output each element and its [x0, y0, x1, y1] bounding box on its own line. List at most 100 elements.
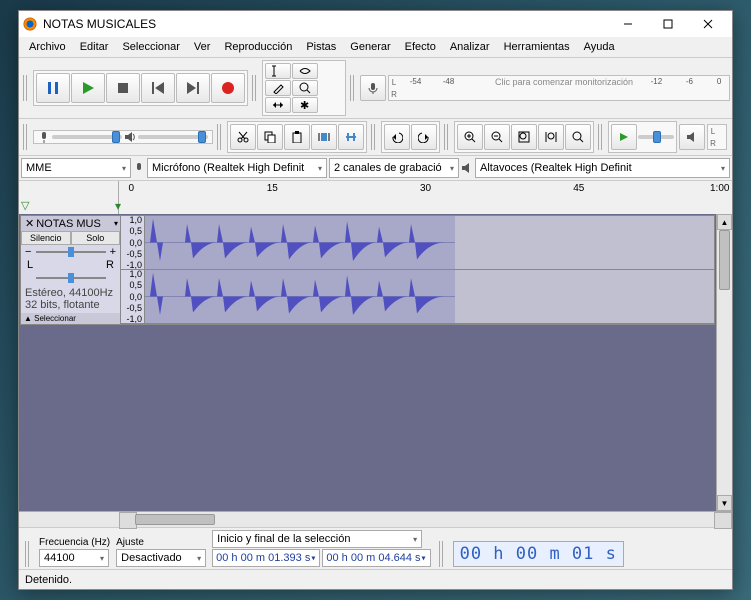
redo-button[interactable]: [411, 124, 437, 150]
menu-ayuda[interactable]: Ayuda: [578, 39, 621, 55]
grip-icon[interactable]: [598, 124, 604, 150]
zoom-out-button[interactable]: [484, 124, 510, 150]
play-meter-speaker-icon[interactable]: [679, 124, 705, 150]
copy-button[interactable]: [257, 124, 283, 150]
snap-combo[interactable]: Desactivado▾: [116, 549, 206, 567]
pan-slider[interactable]: [21, 271, 120, 285]
mute-button[interactable]: Silencio: [21, 231, 71, 245]
track-format-info: Estéreo, 44100Hz 32 bits, flotante: [21, 285, 120, 313]
track-name[interactable]: NOTAS MUS: [36, 218, 101, 230]
audio-host-combo[interactable]: MME▾: [21, 158, 131, 178]
gain-slider[interactable]: − +: [21, 245, 120, 259]
envelope-tool-button[interactable]: [292, 63, 318, 79]
solo-button[interactable]: Solo: [71, 231, 121, 245]
menu-efecto[interactable]: Efecto: [399, 39, 442, 55]
pin-icon[interactable]: ▽: [21, 199, 29, 212]
scroll-up-button[interactable]: ▲: [717, 214, 732, 230]
track-control-panel: ✕ NOTAS MUS ▾ Silencio Solo − + L: [21, 216, 121, 324]
record-button[interactable]: [211, 73, 245, 103]
close-button[interactable]: [688, 11, 728, 37]
minimize-button[interactable]: [608, 11, 648, 37]
menu-editar[interactable]: Editar: [74, 39, 115, 55]
selection-mode-combo[interactable]: Inicio y final de la selección▾: [212, 530, 422, 548]
selection-end-field[interactable]: 00 h 00 m 04.644 s▾: [322, 549, 430, 567]
multi-tool-button[interactable]: ✱: [292, 97, 318, 113]
grip-icon[interactable]: [350, 75, 356, 101]
rec-meter-mic-icon[interactable]: [360, 75, 386, 101]
track-collapse-button[interactable]: ▲ Seleccionar: [21, 313, 120, 324]
menu-ver[interactable]: Ver: [188, 39, 217, 55]
menu-archivo[interactable]: Archivo: [23, 39, 72, 55]
grip-icon[interactable]: [23, 75, 29, 101]
play-volume-slider[interactable]: [138, 135, 208, 139]
selection-start-field[interactable]: 00 h 00 m 01.393 s▾: [212, 549, 320, 567]
grip-icon[interactable]: [444, 124, 450, 150]
skip-end-button[interactable]: [176, 73, 210, 103]
waveform-svg: [145, 216, 455, 269]
scroll-thumb[interactable]: [719, 230, 730, 290]
pause-button[interactable]: [36, 73, 70, 103]
track-waveform-area[interactable]: 1,0 0,5 0,0 -0,5 -1,0: [121, 216, 714, 324]
play-device-combo[interactable]: Altavoces (Realtek High Definit▾: [475, 158, 730, 178]
zoom-tool-button[interactable]: [292, 80, 318, 96]
skip-start-button[interactable]: [141, 73, 175, 103]
grip-icon[interactable]: [23, 124, 29, 150]
menu-seleccionar[interactable]: Seleccionar: [116, 39, 185, 55]
paste-button[interactable]: [284, 124, 310, 150]
zoom-toggle-button[interactable]: [565, 124, 591, 150]
horizontal-scrollbar[interactable]: [119, 512, 732, 527]
toolbar-mixer: L R: [19, 118, 732, 155]
toolbar-transport: ✱ L -54 -48 -12 -6 0 Clic para comenzar …: [19, 57, 732, 118]
fit-project-button[interactable]: [538, 124, 564, 150]
timeline[interactable]: ▽ ▾ 0 15 30 45 1:00: [19, 180, 732, 214]
vertical-scrollbar[interactable]: ▲ ▼: [716, 214, 732, 511]
silence-button[interactable]: [338, 124, 364, 150]
menu-reproduccion[interactable]: Reproducción: [218, 39, 298, 55]
cut-button[interactable]: [230, 124, 256, 150]
meter-left-label: L: [389, 78, 399, 87]
mic-icon: [38, 131, 50, 143]
menu-analizar[interactable]: Analizar: [444, 39, 496, 55]
play-button[interactable]: [71, 73, 105, 103]
recording-meter[interactable]: L -54 -48 -12 -6 0 Clic para comenzar mo…: [388, 75, 730, 101]
tracks-area: ✕ NOTAS MUS ▾ Silencio Solo − + L: [19, 214, 732, 511]
tools-group: ✱: [262, 60, 346, 116]
track-menu-button[interactable]: ▾: [114, 219, 118, 228]
rec-device-combo[interactable]: Micrófono (Realtek High Definit▾: [147, 158, 327, 178]
menu-generar[interactable]: Generar: [344, 39, 396, 55]
grip-icon[interactable]: [252, 75, 258, 101]
stop-button[interactable]: [106, 73, 140, 103]
play-cursor-icon[interactable]: ▾: [115, 199, 121, 213]
scroll-down-button[interactable]: ▼: [717, 495, 732, 511]
rec-volume-slider[interactable]: [52, 135, 122, 139]
maximize-button[interactable]: [648, 11, 688, 37]
fit-selection-button[interactable]: [511, 124, 537, 150]
speaker-icon: [461, 162, 473, 174]
undo-button[interactable]: [384, 124, 410, 150]
timeshift-tool-button[interactable]: [265, 97, 291, 113]
snap-label: Ajuste: [116, 537, 206, 548]
audio-position-display[interactable]: 00 h 00 m 01 s: [453, 541, 624, 567]
speed-slider[interactable]: [638, 135, 674, 139]
draw-tool-button[interactable]: [265, 80, 291, 96]
track-close-button[interactable]: ✕: [23, 217, 36, 230]
selection-tool-button[interactable]: [265, 63, 291, 79]
rec-channels-combo[interactable]: 2 canales de grabació▾: [329, 158, 459, 178]
menu-pistas[interactable]: Pistas: [300, 39, 342, 55]
play-at-speed-button[interactable]: [611, 124, 637, 150]
trim-button[interactable]: [311, 124, 337, 150]
grip-icon[interactable]: [217, 124, 223, 150]
playback-meter[interactable]: L R: [707, 124, 727, 150]
waveform-left-channel[interactable]: 1,0 0,5 0,0 -0,5 -1,0: [121, 216, 714, 270]
zoom-in-button[interactable]: [457, 124, 483, 150]
grip-icon[interactable]: [25, 541, 31, 567]
timeline-ruler[interactable]: ▾ 0 15 30 45 1:00: [119, 181, 732, 214]
amplitude-scale: 1,0 0,5 0,0 -0,5 -1,0: [121, 216, 145, 269]
project-rate-combo[interactable]: 44100▾: [39, 549, 109, 567]
grip-icon[interactable]: [439, 541, 445, 567]
menu-herramientas[interactable]: Herramientas: [498, 39, 576, 55]
grip-icon[interactable]: [371, 124, 377, 150]
scroll-thumb[interactable]: [135, 514, 215, 525]
svg-text:✱: ✱: [300, 100, 309, 111]
waveform-right-channel[interactable]: 1,0 0,5 0,0 -0,5 -1,0: [121, 270, 714, 324]
